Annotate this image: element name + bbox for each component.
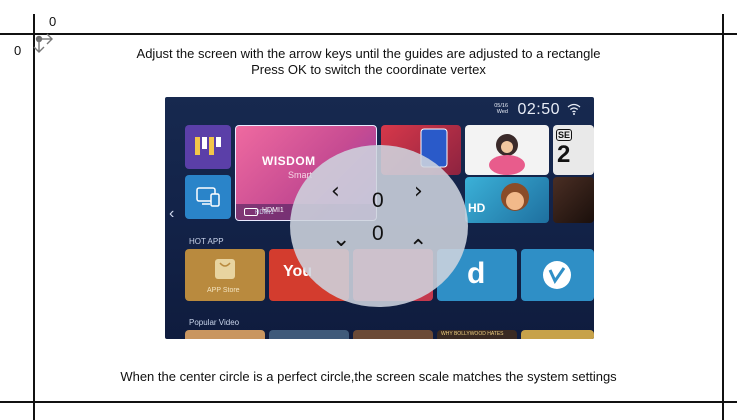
- video-thumb-4-title: WHY BOLLYWOOD HATES: [441, 331, 504, 337]
- movie-tile-se2[interactable]: SE 2: [553, 125, 594, 175]
- animated-character-icon: [501, 183, 529, 211]
- video-thumb-1[interactable]: [185, 330, 265, 339]
- movie-tile-dark[interactable]: [553, 177, 594, 223]
- hdmi-small-label: HDMI1: [255, 210, 274, 216]
- vimeo-icon: [543, 261, 571, 289]
- se-badge: SE: [556, 129, 573, 141]
- horizontal-offset-value: 0: [372, 189, 384, 212]
- instruction-line-1: Adjust the screen with the arrow keys un…: [136, 46, 601, 61]
- right-arrow-icon[interactable]: ›: [414, 181, 423, 203]
- movie-tile-hd[interactable]: HD: [465, 177, 549, 223]
- date-label: 05/16 Wed: [494, 103, 508, 115]
- app-tile-purple[interactable]: [185, 125, 231, 169]
- guide-bottom: [0, 401, 737, 403]
- video-thumb-2[interactable]: [269, 330, 349, 339]
- instruction-bottom: When the center circle is a perfect circ…: [120, 369, 617, 384]
- cartoon-illustration-icon: [489, 134, 525, 175]
- guide-top: [0, 33, 737, 35]
- hd-badge: HD: [468, 201, 486, 215]
- app-logo-icon: [195, 137, 221, 155]
- time-label: 02:50: [517, 101, 560, 118]
- movie-tile-cartoon[interactable]: [465, 125, 549, 175]
- hdmi-small-row: HDMI1: [235, 209, 295, 219]
- down-arrow-icon[interactable]: ⌄: [332, 229, 350, 251]
- app-store-tile[interactable]: APP Store: [185, 249, 265, 301]
- se-number: 2: [557, 141, 571, 168]
- clock: 05/16 Wed 02:50: [494, 101, 560, 119]
- d-app-letter: d: [467, 257, 486, 290]
- popular-video-heading: Popular Video: [189, 318, 240, 327]
- date-weekday: Wed: [496, 109, 508, 115]
- video-thumb-5[interactable]: [521, 330, 594, 339]
- vimeo-tile[interactable]: [521, 249, 594, 301]
- vertical-offset-value: 0: [372, 222, 384, 245]
- input-source-icon: [196, 187, 220, 207]
- chevron-left-icon[interactable]: ‹: [169, 205, 174, 223]
- hero-title: WISDOM: [262, 154, 316, 168]
- video-thumb-4[interactable]: WHY BOLLYWOOD HATES: [437, 330, 517, 339]
- app-store-label: APP Store: [207, 287, 240, 294]
- video-thumb-3[interactable]: [353, 330, 433, 339]
- wifi-icon: [567, 103, 581, 115]
- input-source-tile[interactable]: [185, 175, 231, 219]
- left-arrow-icon[interactable]: ‹: [331, 181, 340, 203]
- up-arrow-icon[interactable]: ⌃: [409, 238, 427, 260]
- instruction-line-2: Press OK to switch the coordinate vertex: [251, 62, 486, 77]
- hot-app-heading: HOT APP: [189, 237, 224, 246]
